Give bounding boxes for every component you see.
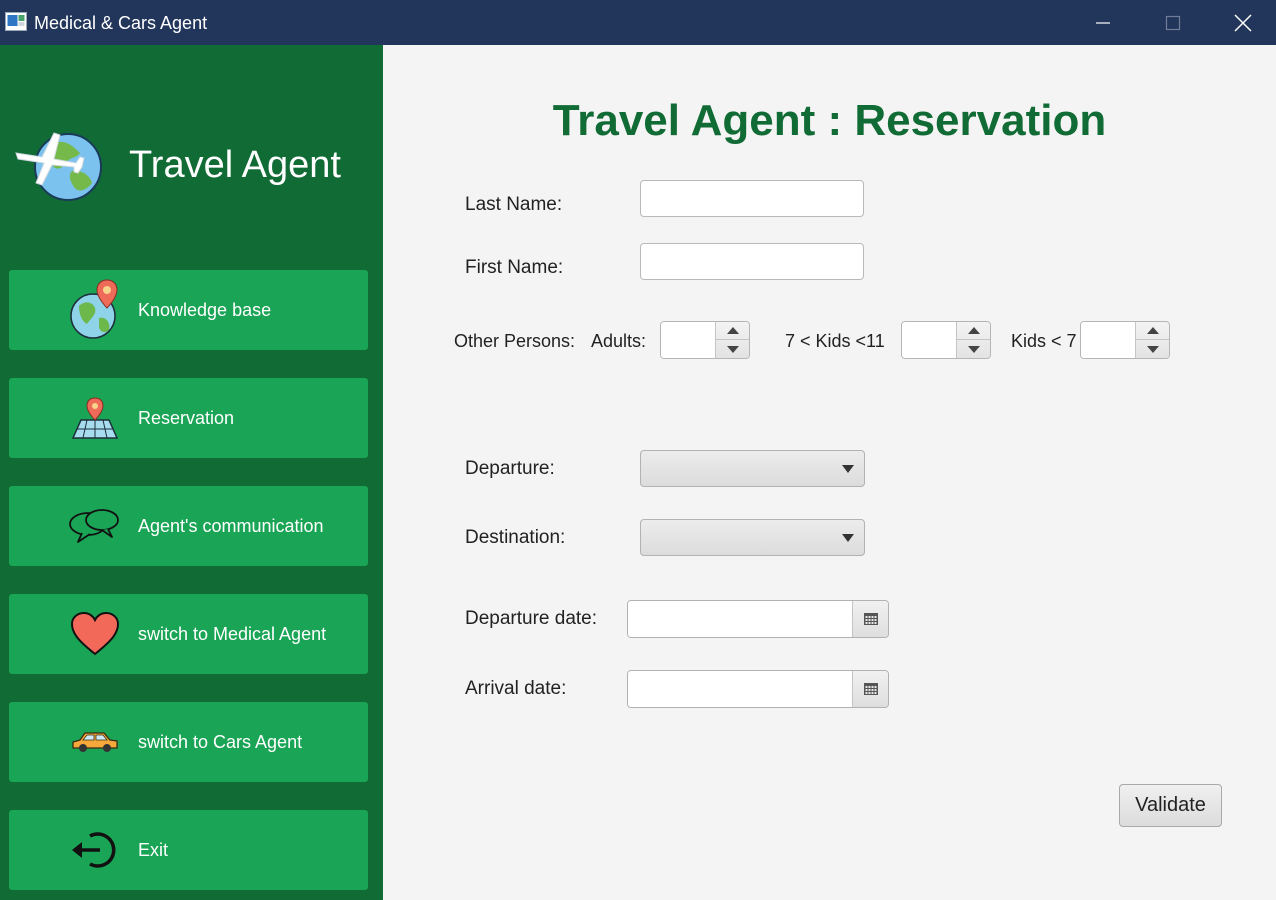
close-icon [1234, 13, 1252, 32]
chat-bubbles-icon [65, 494, 125, 558]
calendar-icon [863, 613, 878, 625]
other-persons-label: Other Persons: [454, 331, 576, 351]
calendar-icon [863, 683, 878, 695]
first-name-label: First Name: [465, 257, 564, 278]
adults-label: Adults: [591, 331, 647, 351]
app-window-icon [5, 12, 27, 31]
chevron-down-icon [842, 465, 854, 473]
decrement-button[interactable] [1136, 340, 1169, 358]
departure-date-input[interactable] [628, 601, 852, 637]
sidebar-brand-title: Travel Agent [129, 144, 341, 186]
page-title: Travel Agent : Reservation [552, 96, 1107, 145]
sidebar: Travel Agent Knowledge base Reservation … [0, 45, 383, 900]
sidebar-item-label: Exit [138, 840, 169, 860]
minimize-button[interactable] [1068, 0, 1138, 45]
kids-under-7-label: Kids < 7 [1011, 331, 1077, 351]
caret-down-icon [968, 345, 980, 353]
sidebar-item-label: Reservation [138, 408, 235, 428]
arrival-date-calendar-button[interactable] [852, 671, 888, 707]
heart-icon [65, 602, 125, 666]
increment-button[interactable] [957, 322, 990, 340]
increment-button[interactable] [1136, 322, 1169, 340]
airplane-globe-icon [15, 132, 102, 201]
kids-under-7-input[interactable] [1081, 322, 1135, 358]
destination-label: Destination: [465, 527, 566, 548]
kids-7-11-spinner [901, 321, 991, 359]
globe-pin-icon [65, 278, 125, 342]
sidebar-item-switch-cars[interactable]: switch to Cars Agent [9, 702, 368, 782]
sidebar-item-label: switch to Cars Agent [138, 732, 303, 752]
spinner-buttons [1135, 322, 1169, 358]
window-titlebar: Medical & Cars Agent [0, 0, 1276, 45]
car-icon [65, 710, 125, 774]
exit-icon [65, 818, 125, 882]
kids-7-11-label: 7 < Kids <11 [785, 331, 885, 351]
departure-date-calendar-button[interactable] [852, 601, 888, 637]
adults-input[interactable] [661, 322, 715, 358]
window-title: Medical & Cars Agent [34, 13, 208, 33]
sidebar-item-reservation[interactable]: Reservation [9, 378, 368, 458]
sidebar-item-label: switch to Medical Agent [138, 624, 327, 644]
departure-date-picker [627, 600, 889, 638]
chevron-down-icon [842, 534, 854, 542]
kids-under-7-spinner [1080, 321, 1170, 359]
close-button[interactable] [1208, 0, 1276, 45]
first-name-input[interactable] [640, 243, 864, 280]
sidebar-item-exit[interactable]: Exit [9, 810, 368, 890]
maximize-button[interactable] [1138, 0, 1208, 45]
minimize-icon [1096, 21, 1110, 24]
adults-spinner [660, 321, 750, 359]
arrival-date-picker [627, 670, 889, 708]
departure-select[interactable] [640, 450, 865, 487]
maximize-icon [1165, 15, 1181, 30]
sidebar-item-label: Agent's communication [138, 516, 324, 536]
validate-button[interactable]: Validate [1119, 784, 1222, 827]
sidebar-item-agents-communication[interactable]: Agent's communication [9, 486, 368, 566]
caret-down-icon [727, 345, 739, 353]
caret-up-icon [968, 327, 980, 334]
spinner-buttons [715, 322, 749, 358]
spinner-buttons [956, 322, 990, 358]
sidebar-item-switch-medical[interactable]: switch to Medical Agent [9, 594, 368, 674]
departure-date-label: Departure date: [465, 608, 598, 629]
destination-select[interactable] [640, 519, 865, 556]
kids-7-11-input[interactable] [902, 322, 956, 358]
sidebar-item-knowledge-base[interactable]: Knowledge base [9, 270, 368, 350]
decrement-button[interactable] [957, 340, 990, 358]
caret-up-icon [1147, 327, 1159, 334]
decrement-button[interactable] [716, 340, 749, 358]
departure-label: Departure: [465, 458, 555, 479]
last-name-input[interactable] [640, 180, 864, 217]
last-name-label: Last Name: [465, 194, 563, 215]
map-pin-icon [65, 386, 125, 450]
sidebar-item-label: Knowledge base [138, 300, 272, 320]
caret-down-icon [1147, 345, 1159, 353]
caret-up-icon [727, 327, 739, 334]
arrival-date-label: Arrival date: [465, 678, 567, 699]
increment-button[interactable] [716, 322, 749, 340]
arrival-date-input[interactable] [628, 671, 852, 707]
